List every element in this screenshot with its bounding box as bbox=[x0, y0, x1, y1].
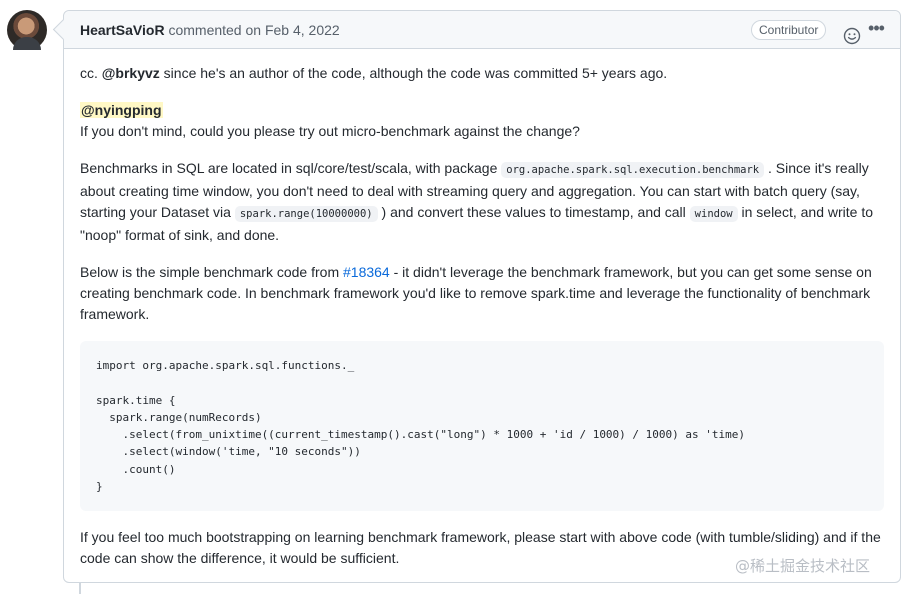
issue-link[interactable]: #18364 bbox=[343, 264, 390, 280]
comment-action: commented on bbox=[168, 22, 262, 38]
paragraph-benchmark-code-intro: Below is the simple benchmark code from … bbox=[80, 262, 884, 325]
comment-box: HeartSaVioR commented on Feb 4, 2022 Con… bbox=[63, 10, 901, 583]
smiley-icon[interactable] bbox=[843, 21, 861, 45]
comment-header: HeartSaVioR commented on Feb 4, 2022 Con… bbox=[64, 11, 900, 49]
timeline-line bbox=[79, 583, 81, 594]
mention-link[interactable]: @brkyvz bbox=[102, 65, 160, 81]
inline-code: org.apache.spark.sql.execution.benchmark bbox=[501, 162, 765, 178]
mention-link-highlighted[interactable]: @nyingping bbox=[80, 102, 163, 118]
text: Below is the simple benchmark code from bbox=[80, 264, 343, 280]
paragraph-request: @nyingping If you don't mind, could you p… bbox=[80, 100, 884, 142]
paragraph-cc: cc. @brkyvz since he's an author of the … bbox=[80, 63, 884, 84]
inline-code: spark.range(10000000) bbox=[234, 206, 378, 222]
code-block: import org.apache.spark.sql.functions._ … bbox=[80, 341, 884, 512]
comment-body: cc. @brkyvz since he's an author of the … bbox=[64, 49, 900, 569]
comment-date[interactable]: Feb 4, 2022 bbox=[265, 22, 340, 38]
text: Benchmarks in SQL are located in sql/cor… bbox=[80, 160, 502, 176]
text: If you don't mind, could you please try … bbox=[80, 123, 580, 139]
contributor-badge: Contributor bbox=[751, 20, 827, 40]
text: cc. bbox=[80, 65, 102, 81]
text: ) and convert these values to timestamp,… bbox=[377, 204, 690, 220]
kebab-horizontal-icon[interactable]: ••• bbox=[865, 11, 887, 49]
author-link[interactable]: HeartSaVioR bbox=[80, 22, 165, 38]
inline-code: window bbox=[689, 206, 738, 222]
avatar[interactable] bbox=[7, 10, 47, 50]
text: since he's an author of the code, althou… bbox=[159, 65, 668, 81]
watermark: @稀土掘金技术社区 bbox=[735, 557, 871, 575]
paragraph-benchmark-location: Benchmarks in SQL are located in sql/cor… bbox=[80, 158, 884, 246]
